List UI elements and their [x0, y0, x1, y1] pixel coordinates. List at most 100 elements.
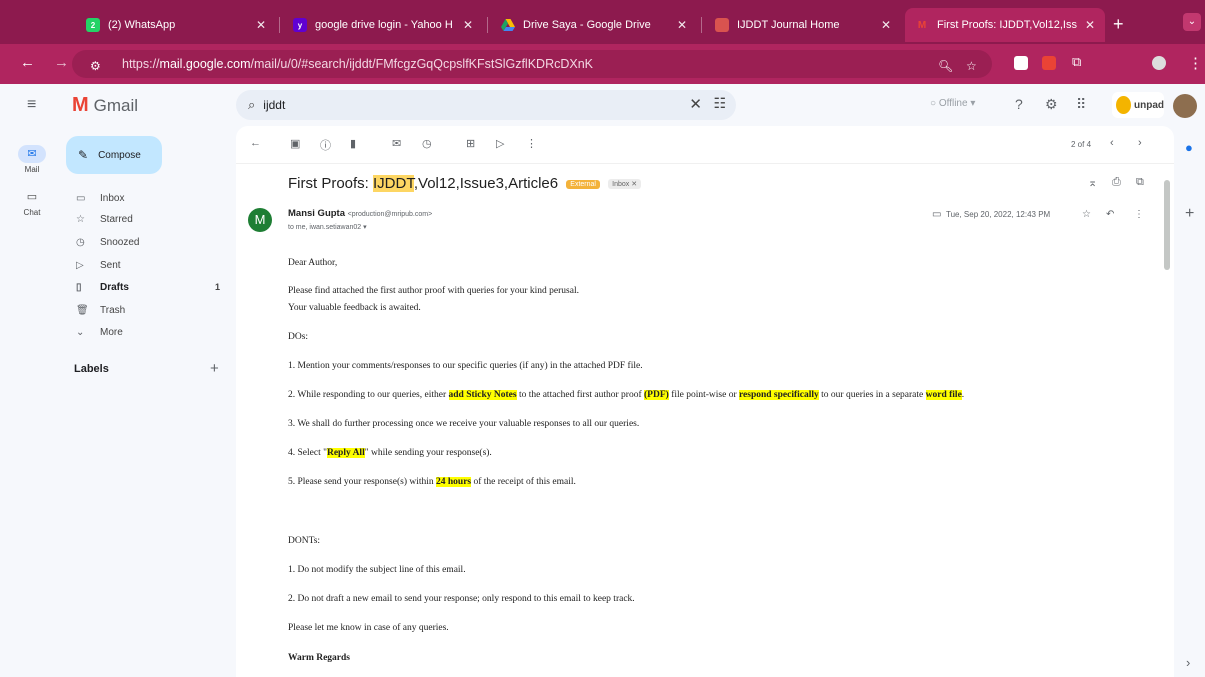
apps-grid-icon[interactable]: ⠿ — [1076, 96, 1086, 113]
nav-trash[interactable]: 🗑︎ Trash — [66, 300, 226, 320]
extensions-puzzle-icon[interactable]: ⧉ — [1072, 54, 1081, 70]
subject-search-highlight: IJDDT — [373, 175, 414, 192]
tab-title: (2) WhatsApp — [108, 19, 176, 31]
tab-ijddt-journal[interactable]: IJDDT Journal Home ✕ — [705, 8, 901, 42]
nav-starred[interactable]: ☆ Starred — [66, 209, 226, 229]
print-icon[interactable]: ⎙ — [1112, 176, 1121, 189]
close-tab-icon[interactable]: ✕ — [677, 18, 687, 32]
nav-inbox[interactable]: ▭ Inbox — [66, 188, 226, 208]
profile-icon[interactable] — [1152, 56, 1166, 70]
trash-icon: 🗑︎ — [76, 304, 89, 316]
scrollbar-thumb[interactable] — [1164, 180, 1170, 270]
dos-item: 5. Please send your response(s) within 2… — [288, 477, 576, 487]
contacts-icon[interactable]: ● — [1185, 140, 1193, 155]
sender-avatar[interactable]: M — [248, 208, 272, 232]
offline-status[interactable]: ○ Offline ▾ — [930, 98, 975, 109]
browser-menu-icon[interactable]: ⋮ — [1188, 54, 1203, 72]
highlight: Reply All — [326, 448, 365, 458]
new-tab-icon[interactable]: + — [1113, 14, 1124, 35]
reply-icon[interactable]: ↶ — [1106, 209, 1114, 220]
nav-snoozed[interactable]: ◷ Snoozed — [66, 232, 226, 252]
recipients[interactable]: to me, iwan.setiawan02 ▾ — [288, 223, 367, 231]
dos-heading: DOs: — [288, 332, 309, 342]
label-icon[interactable]: ▷ — [496, 137, 504, 150]
main-menu-icon[interactable]: ≡ — [27, 96, 36, 114]
close-tab-icon[interactable]: ✕ — [256, 18, 266, 32]
tab-yahoo[interactable]: y google drive login - Yahoo H ✕ — [283, 8, 483, 42]
dos-item: 4. Select "Reply All" while sending your… — [288, 448, 492, 458]
report-spam-icon[interactable]: ⓘ — [320, 137, 331, 153]
expand-all-icon[interactable]: ⌅ — [1088, 176, 1097, 189]
forward-icon[interactable]: → — [54, 54, 69, 71]
nav-more[interactable]: ⌄ More — [66, 322, 226, 342]
nav-label: Inbox — [100, 192, 125, 204]
tab-search-icon[interactable]: ⌄ — [1183, 13, 1201, 31]
org-logo-text: unpad — [1134, 99, 1164, 111]
move-to-icon[interactable]: ⊞ — [466, 137, 475, 150]
open-new-window-icon[interactable]: ⧉ — [1136, 176, 1144, 189]
close-tab-icon[interactable]: ✕ — [1085, 18, 1095, 32]
archive-icon[interactable]: ▣ — [290, 137, 300, 150]
newer-icon[interactable]: ‹ — [1110, 137, 1114, 149]
get-addons-icon[interactable]: + — [1185, 205, 1194, 223]
delete-icon[interactable]: ▮ — [350, 137, 356, 150]
nav-drafts[interactable]: ▯ Drafts 1 — [66, 277, 226, 297]
close-tab-icon[interactable]: ✕ — [463, 18, 473, 32]
expand-side-panel-icon[interactable]: › — [1186, 655, 1190, 670]
rail-mail[interactable]: ✉ Mail — [14, 145, 50, 174]
sender-name[interactable]: Mansi Gupta — [288, 208, 345, 219]
more-options-icon[interactable]: ⋮ — [526, 137, 537, 150]
search-input[interactable]: ijddt — [263, 98, 285, 112]
sender-email: <production@mripub.com> — [347, 211, 433, 218]
snooze-icon[interactable]: ◷ — [422, 137, 432, 150]
search-options-icon[interactable]: ☷ — [713, 95, 726, 112]
email-pane: ← ▣ ⓘ ▮ ✉ ◷ ⊞ ▷ ⋮ 2 of 4 ‹ › First Proof… — [236, 126, 1174, 677]
help-icon[interactable]: ? — [1015, 96, 1023, 112]
compose-label: Compose — [98, 149, 141, 161]
message-more-icon[interactable]: ⋮ — [1134, 209, 1144, 220]
search-icon[interactable]: ⌕ — [248, 97, 255, 113]
star-icon[interactable]: ☆ — [1082, 209, 1091, 220]
rail-label: Mail — [24, 165, 40, 174]
extension-icon[interactable] — [1042, 56, 1056, 70]
nav-sent[interactable]: ▷ Sent — [66, 255, 226, 275]
greeting: Dear Author, — [288, 258, 338, 268]
gmail-logo[interactable]: M Gmail — [72, 94, 138, 117]
account-avatar[interactable] — [1173, 94, 1197, 118]
nav-label: More — [100, 326, 123, 338]
body-paragraph: Your valuable feedback is awaited. — [288, 303, 421, 313]
tab-google-drive[interactable]: Drive Saya - Google Drive ✕ — [491, 8, 697, 42]
inbox-chip-label: Inbox — [612, 181, 630, 189]
text: of the receipt of this email. — [471, 477, 576, 487]
rail-chat[interactable]: ▭ Chat — [14, 188, 50, 217]
nav-label: Trash — [100, 304, 126, 316]
text: to the attached first author proof — [516, 390, 645, 400]
site-info-icon[interactable]: ⚙ — [90, 59, 101, 73]
mark-unread-icon[interactable]: ✉ — [392, 137, 401, 150]
tab-whatsapp[interactable]: 2 (2) WhatsApp ✕ — [76, 8, 276, 42]
zoom-icon[interactable]: 🔍︎ — [938, 59, 953, 73]
attachment-icon: ▭ — [932, 209, 942, 220]
close-tab-icon[interactable]: ✕ — [881, 18, 891, 32]
star-icon: ☆ — [76, 213, 85, 225]
settings-gear-icon[interactable]: ⚙ — [1045, 96, 1058, 113]
search-bar[interactable]: ⌕ ijddt ✕ ☷ — [236, 90, 736, 120]
browser-toolbar: ← → ↻ ⚙ https://mail.google.com/mail/u/0… — [0, 44, 1205, 84]
highlight: (PDF) — [644, 390, 669, 400]
clear-search-icon[interactable]: ✕ — [689, 95, 702, 113]
tab-first-proofs[interactable]: M First Proofs: IJDDT,Vol12,Iss ✕ — [905, 8, 1105, 42]
org-logo[interactable]: unpad — [1112, 92, 1164, 118]
back-icon[interactable]: ← — [20, 54, 35, 71]
compose-button[interactable]: ✎ Compose — [66, 136, 162, 174]
add-label-icon[interactable]: + — [210, 360, 219, 377]
address-bar[interactable]: ⚙ https://mail.google.com/mail/u/0/#sear… — [72, 50, 992, 78]
extension-icon[interactable] — [1014, 56, 1028, 70]
older-icon[interactable]: › — [1138, 137, 1142, 149]
tab-title: IJDDT Journal Home — [737, 19, 840, 31]
inbox-label-chip[interactable]: Inbox ✕ — [608, 179, 642, 190]
back-to-list-icon[interactable]: ← — [250, 137, 261, 149]
labels-heading: Labels — [74, 363, 109, 375]
yahoo-icon: y — [293, 18, 307, 32]
gmail-m-icon: M — [72, 94, 89, 116]
bookmark-star-icon[interactable]: ☆ — [966, 59, 977, 73]
